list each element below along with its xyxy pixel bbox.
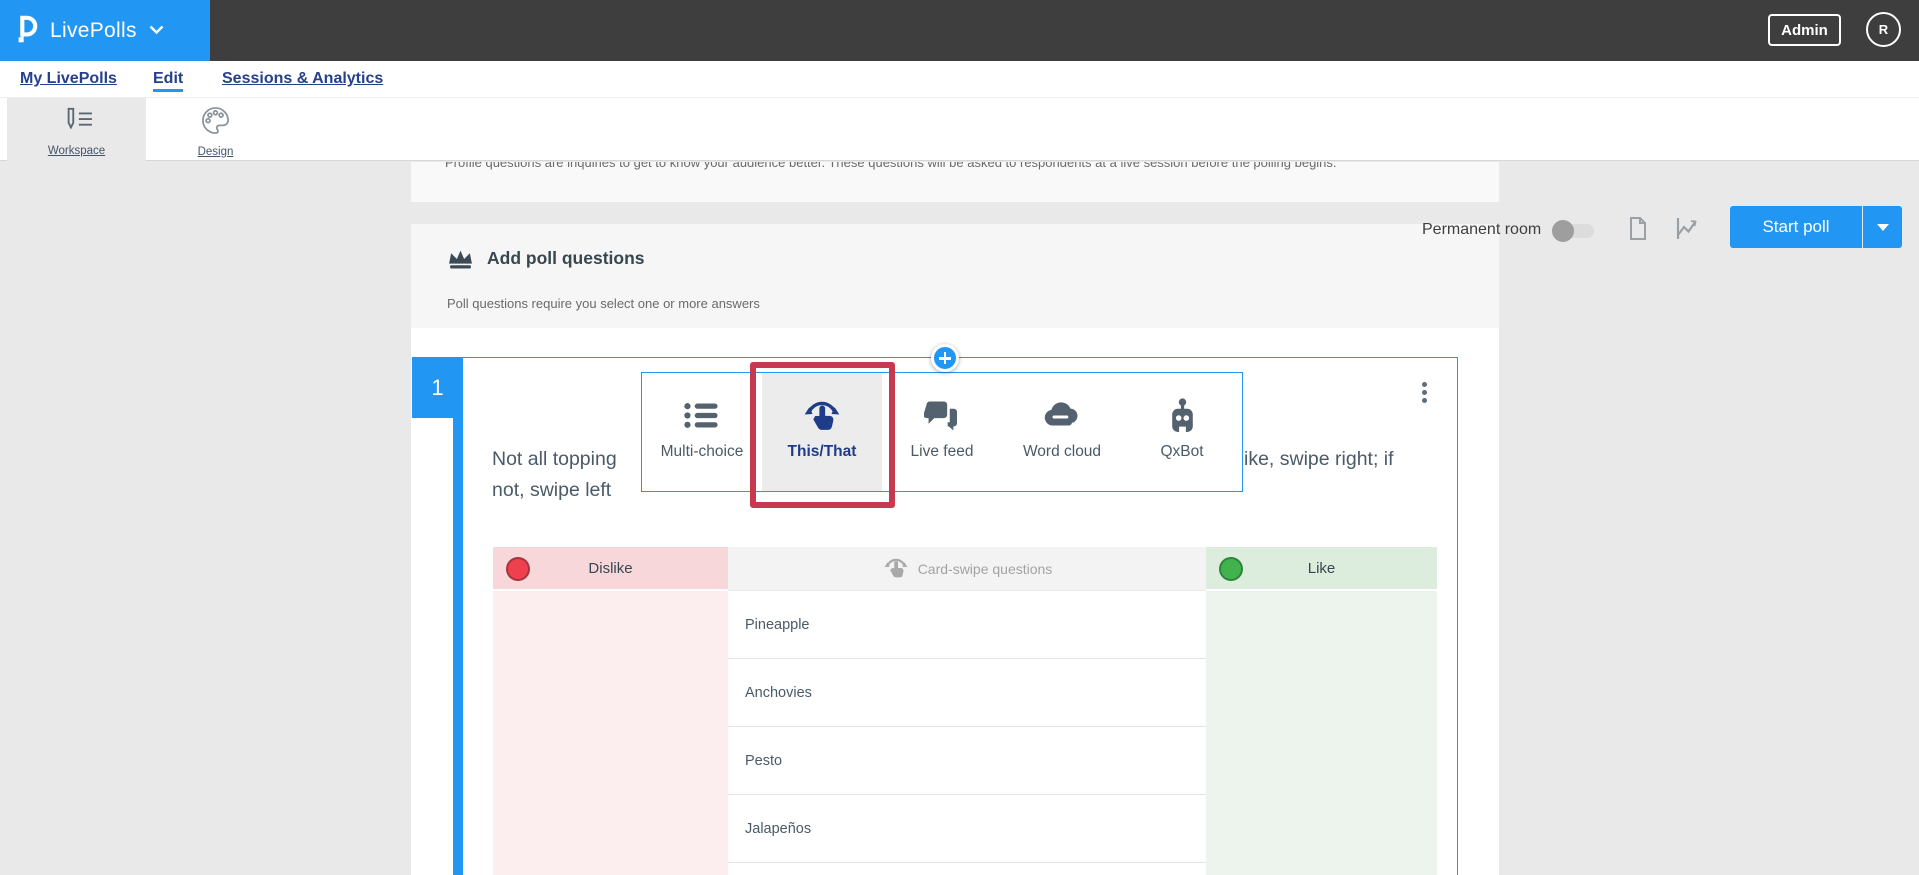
add-poll-questions-subtitle: Poll questions require you select one or… [447, 296, 760, 311]
avatar[interactable]: R [1866, 12, 1901, 47]
card-swipe-header-cell[interactable]: Card-swipe questions [728, 547, 1206, 591]
question-type-picker: Multi-choice This/That Live feed Word cl… [641, 372, 1243, 492]
tab-workspace-label: Workspace [47, 145, 106, 157]
type-option-qxbot[interactable]: QxBot [1122, 373, 1242, 491]
tab-design[interactable]: Design [146, 98, 285, 161]
type-option-word-cloud[interactable]: Word cloud [1002, 373, 1122, 491]
livepolls-edit-screen: LivePolls Admin R My LivePolls Edit Sess… [0, 0, 1919, 875]
swipe-row-pineapple[interactable]: Pineapple [728, 591, 1206, 659]
questionpro-p-icon [14, 12, 38, 49]
app-title: LivePolls [50, 18, 137, 42]
like-dot-icon [1219, 557, 1243, 581]
dislike-label: Dislike [588, 559, 633, 577]
profile-questions-description: Profile questions are inquiries to get t… [445, 162, 1337, 170]
permanent-room-label: Permanent room [1422, 221, 1542, 238]
permanent-room-toggle[interactable] [1552, 220, 1594, 242]
question-menu-button[interactable] [1416, 382, 1432, 406]
profile-questions-section: Profile questions are inquiries to get t… [411, 162, 1499, 202]
swipe-row-anchovies[interactable]: Anchovies [728, 659, 1206, 727]
nav-edit[interactable]: Edit [153, 70, 184, 92]
like-column: Like [1206, 547, 1437, 875]
question-number-badge: 1 [412, 357, 463, 418]
crown-icon [447, 248, 474, 276]
swipe-icon [801, 395, 843, 435]
document-icon[interactable] [1628, 216, 1648, 246]
add-poll-questions-section: Add poll questions Poll questions requir… [411, 224, 1499, 328]
edit-toolbar: Workspace Design Permanent room Start po… [0, 97, 1919, 248]
main-nav: My LivePolls Edit Sessions & Analytics [0, 61, 1919, 97]
caret-down-icon [1876, 223, 1889, 231]
robot-icon [1167, 395, 1198, 435]
chevron-down-icon[interactable] [149, 22, 164, 40]
admin-button[interactable]: Admin [1768, 14, 1841, 46]
dislike-dot-icon [506, 557, 530, 581]
add-poll-questions-title: Add poll questions [487, 248, 645, 268]
swipe-gray-icon [882, 555, 910, 583]
type-option-multi-choice[interactable]: Multi-choice [642, 373, 762, 491]
start-poll-dropdown[interactable] [1863, 206, 1902, 248]
question-text-line2[interactable]: not, swipe left [492, 479, 611, 502]
cloud-icon [1043, 395, 1081, 435]
tab-workspace[interactable]: Workspace [7, 98, 146, 161]
dislike-header-cell[interactable]: Dislike [493, 547, 728, 591]
card-swipe-placeholder: Card-swipe questions [917, 560, 1053, 577]
question-active-bar [453, 418, 463, 875]
like-label: Like [1307, 559, 1336, 577]
start-poll-button[interactable]: Start poll [1730, 206, 1862, 248]
type-option-label: Live feed [910, 443, 974, 460]
chat-icon [924, 395, 960, 435]
nav-sessions-analytics[interactable]: Sessions & Analytics [222, 70, 383, 88]
list-icon [684, 395, 720, 435]
card-swipe-column: Card-swipe questions Pineapple Anchovies… [728, 547, 1206, 875]
type-option-label: Word cloud [1022, 443, 1102, 460]
swipe-row-partial[interactable] [728, 863, 1206, 875]
palette-icon [201, 106, 230, 140]
type-option-label: QxBot [1160, 443, 1204, 460]
type-option-this-that[interactable]: This/That [762, 373, 882, 491]
add-question-button[interactable] [931, 344, 959, 372]
top-header: LivePolls Admin R [0, 0, 1919, 61]
swipe-row-pesto[interactable]: Pesto [728, 727, 1206, 795]
analytics-icon[interactable] [1674, 216, 1700, 246]
app-switcher[interactable]: LivePolls [0, 0, 210, 61]
like-header-cell[interactable]: Like [1206, 547, 1437, 591]
tab-design-label: Design [197, 146, 234, 158]
type-option-label: Multi-choice [660, 443, 744, 460]
swipe-row-jalapenos[interactable]: Jalapeños [728, 795, 1206, 863]
type-option-live-feed[interactable]: Live feed [882, 373, 1002, 491]
pen-list-icon [58, 106, 96, 139]
dislike-column: Dislike [493, 547, 728, 875]
question-text-fragment-left[interactable]: Not all topping [492, 448, 617, 471]
type-option-label: This/That [787, 443, 857, 460]
question-text-fragment-right[interactable]: ike, swipe right; if [1244, 448, 1394, 471]
toggle-knob [1552, 220, 1574, 242]
nav-my-livepolls[interactable]: My LivePolls [20, 70, 117, 88]
